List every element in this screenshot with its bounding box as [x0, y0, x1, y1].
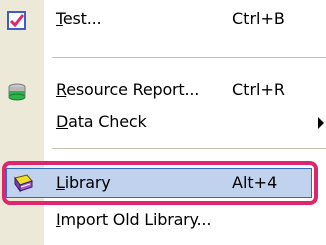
context-menu: Test... Ctrl+B Resource Report... Ctrl+R…	[0, 0, 326, 245]
menu-separator	[52, 57, 326, 58]
menu-item-library[interactable]: Library Alt+4	[0, 166, 326, 202]
menu-item-shortcut: Ctrl+B	[232, 9, 285, 28]
menu-item-import-old-library[interactable]: Import Old Library...	[0, 203, 326, 239]
database-icon	[6, 81, 28, 103]
menu-separator	[52, 148, 326, 149]
menu-item-test[interactable]: Test... Ctrl+B	[0, 2, 326, 38]
menu-item-label: Import Old Library...	[56, 210, 212, 229]
menu-item-label: Test...	[56, 9, 102, 28]
library-book-icon	[12, 172, 34, 194]
menu-item-data-check[interactable]: Data Check	[0, 105, 326, 141]
menu-item-shortcut: Alt+4	[232, 173, 278, 192]
menu-item-label: Library	[56, 173, 111, 192]
check-icon	[6, 10, 28, 32]
menu-item-resource-report[interactable]: Resource Report... Ctrl+R	[0, 73, 326, 109]
menu-item-shortcut: Ctrl+R	[232, 80, 285, 99]
menu-item-label: Resource Report...	[56, 80, 200, 99]
submenu-arrow-icon	[318, 117, 324, 129]
menu-item-label: Data Check	[56, 112, 147, 131]
